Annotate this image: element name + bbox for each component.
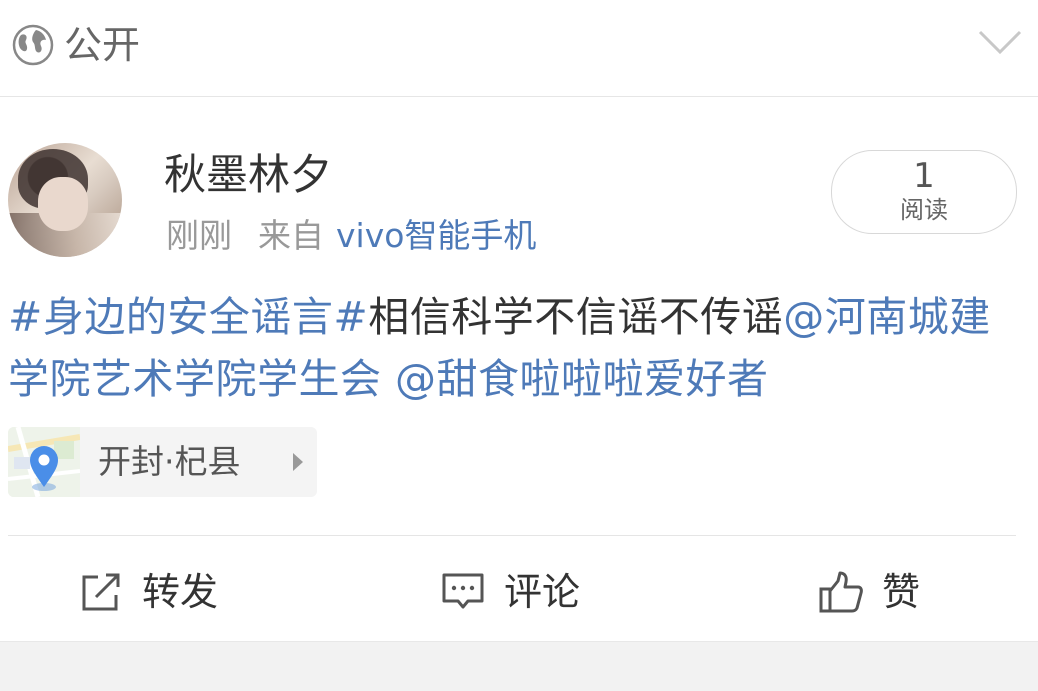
chevron-down-icon[interactable] — [978, 28, 1022, 58]
visibility-bar[interactable]: 公开 — [0, 0, 1038, 97]
location-tag[interactable]: 开封·杞县 — [8, 427, 317, 497]
topic-link[interactable]: #身边的安全谣言# — [8, 293, 368, 341]
like-label: 赞 — [882, 570, 921, 614]
post-time: 刚刚 — [166, 216, 232, 255]
map-pin-icon — [8, 427, 80, 497]
device-link[interactable]: vivo智能手机 — [336, 216, 536, 255]
post-text: #身边的安全谣言#相信科学不信谣不传谣@河南城建学院艺术学院学生会 @甜食啦啦啦… — [8, 286, 1008, 410]
mention-link-2[interactable]: @甜食啦啦啦爱好者 — [395, 355, 769, 403]
author-name[interactable]: 秋墨林夕 — [164, 148, 332, 202]
globe-icon — [12, 24, 54, 66]
chevron-right-icon — [293, 453, 303, 471]
separator-bar — [0, 641, 1038, 691]
like-button[interactable]: 赞 — [818, 564, 920, 620]
action-divider — [8, 535, 1016, 536]
thumbs-up-icon — [819, 571, 863, 613]
comment-label: 评论 — [504, 570, 581, 614]
comment-icon — [442, 573, 484, 609]
repost-button[interactable]: 转发 — [78, 564, 218, 620]
avatar-photo-face — [38, 177, 88, 231]
read-label: 阅读 — [900, 196, 948, 224]
avatar[interactable] — [8, 143, 122, 257]
share-icon — [82, 573, 120, 611]
read-count-badge[interactable]: 1 阅读 — [831, 150, 1017, 234]
repost-label: 转发 — [142, 570, 219, 614]
privacy-label: 公开 — [64, 23, 141, 67]
read-count: 1 — [913, 156, 935, 196]
post-body: 相信科学不信谣不传谣 — [368, 293, 784, 341]
post-meta: 刚刚 来自 vivo智能手机 — [166, 214, 536, 258]
comment-button[interactable]: 评论 — [440, 564, 580, 620]
from-label: 来自 — [258, 216, 324, 255]
location-name: 开封·杞县 — [98, 442, 241, 481]
